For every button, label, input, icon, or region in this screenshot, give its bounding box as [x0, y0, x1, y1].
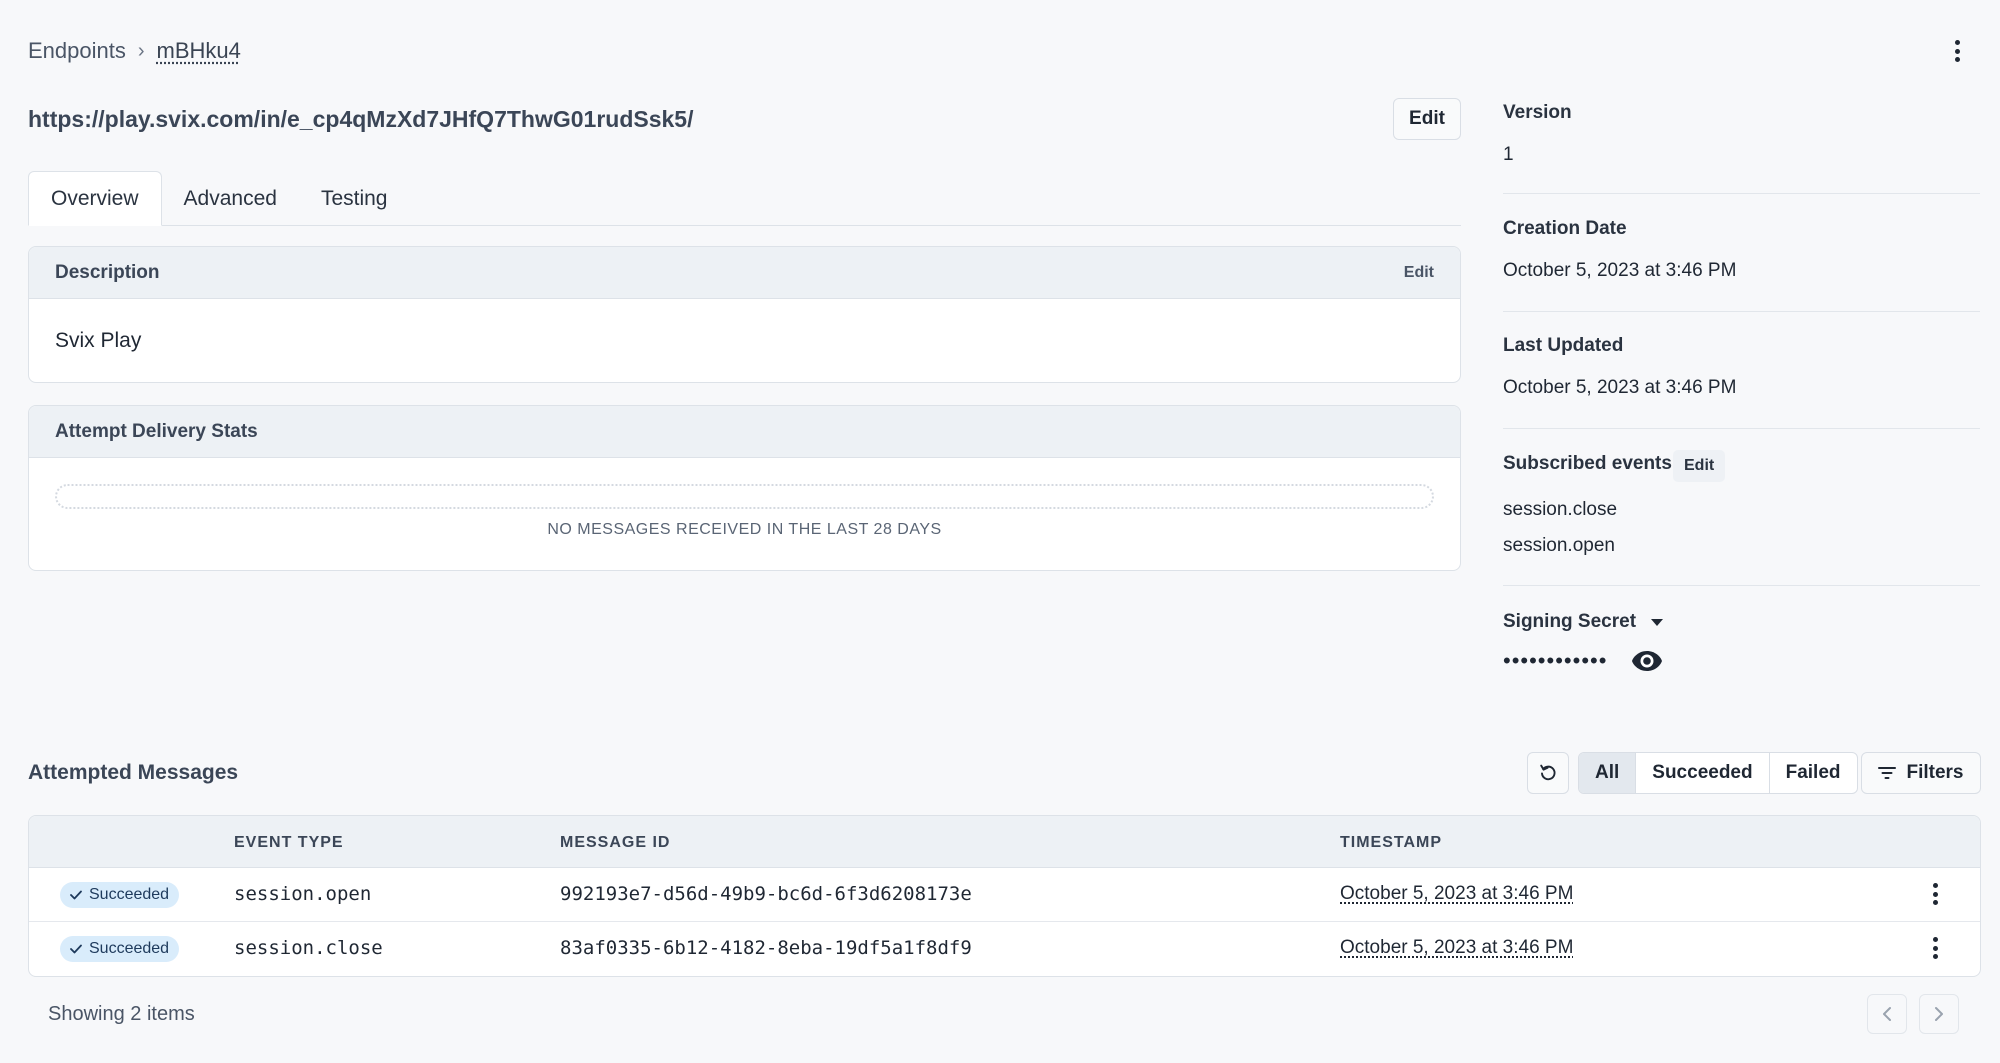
filters-label: Filters [1906, 762, 1964, 783]
check-icon [70, 890, 82, 900]
column-header-timestamp: TIMESTAMP [1340, 834, 1443, 851]
breadcrumb-separator: › [137, 39, 145, 62]
edit-events-button[interactable]: Edit [1673, 450, 1726, 482]
pagination-summary: Showing 2 items [48, 1003, 195, 1025]
edit-description-button[interactable]: Edit [1404, 264, 1434, 282]
filter-succeeded-button[interactable]: Succeeded [1636, 753, 1770, 793]
status-badge-label: Succeeded [89, 940, 170, 957]
tab-bar: Overview Advanced Testing [28, 171, 1461, 226]
caret-down-icon[interactable] [1651, 619, 1663, 626]
creation-date-value: October 5, 2023 at 3:46 PM [1503, 260, 1737, 281]
signing-secret-label: Signing Secret [1503, 611, 1637, 632]
timestamp-cell: October 5, 2023 at 3:46 PM [1340, 937, 1574, 958]
delivery-stats-header: Attempt Delivery Stats [29, 406, 1460, 458]
column-header-message-id: MESSAGE ID [560, 834, 671, 851]
description-header: Description Edit [29, 247, 1460, 299]
delivery-stats-title: Attempt Delivery Stats [55, 420, 258, 442]
version-label: Version [1503, 102, 1572, 123]
column-header-event-type: EVENT TYPE [234, 834, 344, 851]
refresh-button[interactable] [1527, 752, 1569, 794]
edit-url-button[interactable]: Edit [1393, 98, 1461, 140]
breadcrumb-endpoints-link[interactable]: Endpoints [28, 38, 126, 64]
description-title: Description [55, 261, 160, 283]
previous-page-button[interactable] [1867, 994, 1907, 1034]
tab-overview[interactable]: Overview [28, 171, 162, 226]
description-text: Svix Play [55, 329, 142, 352]
tab-advanced[interactable]: Advanced [162, 171, 299, 226]
signing-secret-masked-value: •••••••••••• [1503, 648, 1608, 673]
subscribed-events-section: Subscribed events Edit session.close ses… [1503, 429, 1980, 586]
event-type-cell: session.open [234, 883, 372, 905]
delivery-stats-bar [55, 484, 1434, 509]
subscribed-event-item: session.close [1503, 499, 1618, 520]
version-section: Version 1 [1503, 96, 1980, 194]
eye-icon[interactable] [1631, 650, 1663, 672]
subscribed-event-item: session.open [1503, 535, 1615, 556]
chevron-right-icon [1935, 1007, 1943, 1021]
event-type-cell: session.close [234, 937, 383, 959]
filter-failed-button[interactable]: Failed [1770, 753, 1857, 793]
refresh-icon [1540, 764, 1556, 781]
status-filter-segment: All Succeeded Failed [1578, 752, 1858, 794]
chevron-left-icon [1883, 1007, 1891, 1021]
breadcrumb-current[interactable]: mBHku4 [157, 38, 241, 64]
filters-button[interactable]: Filters [1861, 752, 1981, 794]
next-page-button[interactable] [1919, 994, 1959, 1034]
attempted-messages-title: Attempted Messages [28, 761, 239, 784]
delivery-stats-card: Attempt Delivery Stats NO MESSAGES RECEI… [28, 405, 1461, 571]
table-row[interactable]: Succeeded session.open 992193e7-d56d-49b… [29, 868, 1980, 922]
subscribed-events-label: Subscribed events [1503, 453, 1672, 474]
row-more-options-icon[interactable] [1931, 883, 1939, 905]
last-updated-label: Last Updated [1503, 335, 1624, 356]
timestamp-cell: October 5, 2023 at 3:46 PM [1340, 883, 1574, 904]
tab-testing[interactable]: Testing [299, 171, 410, 226]
signing-secret-section: Signing Secret •••••••••••• [1503, 586, 1980, 706]
description-card: Description Edit Svix Play [28, 246, 1461, 383]
filter-all-button[interactable]: All [1579, 753, 1637, 793]
check-icon [70, 944, 82, 954]
message-id-cell: 992193e7-d56d-49b9-bc6d-6f3d6208173e [560, 883, 972, 905]
creation-date-section: Creation Date October 5, 2023 at 3:46 PM [1503, 194, 1980, 312]
status-badge: Succeeded [60, 882, 180, 908]
endpoint-url: https://play.svix.com/in/e_cp4qMzXd7JHfQ… [28, 106, 694, 132]
status-badge-label: Succeeded [89, 886, 170, 903]
table-header: EVENT TYPE MESSAGE ID TIMESTAMP [29, 816, 1980, 868]
breadcrumb: Endpoints › mBHku4 [28, 38, 241, 64]
row-more-options-icon[interactable] [1931, 937, 1939, 959]
attempted-messages-table: EVENT TYPE MESSAGE ID TIMESTAMP Succeede… [28, 815, 1981, 977]
last-updated-section: Last Updated October 5, 2023 at 3:46 PM [1503, 312, 1980, 429]
last-updated-value: October 5, 2023 at 3:46 PM [1503, 377, 1737, 398]
table-row[interactable]: Succeeded session.close 83af0335-6b12-41… [29, 922, 1980, 976]
version-value: 1 [1503, 144, 1514, 165]
more-options-icon[interactable] [1951, 40, 1963, 62]
creation-date-label: Creation Date [1503, 218, 1627, 239]
filter-icon [1878, 767, 1897, 779]
message-id-cell: 83af0335-6b12-4182-8eba-19df5a1f8df9 [560, 937, 972, 959]
status-badge: Succeeded [60, 936, 180, 962]
delivery-stats-empty-message: NO MESSAGES RECEIVED IN THE LAST 28 DAYS [547, 521, 942, 538]
